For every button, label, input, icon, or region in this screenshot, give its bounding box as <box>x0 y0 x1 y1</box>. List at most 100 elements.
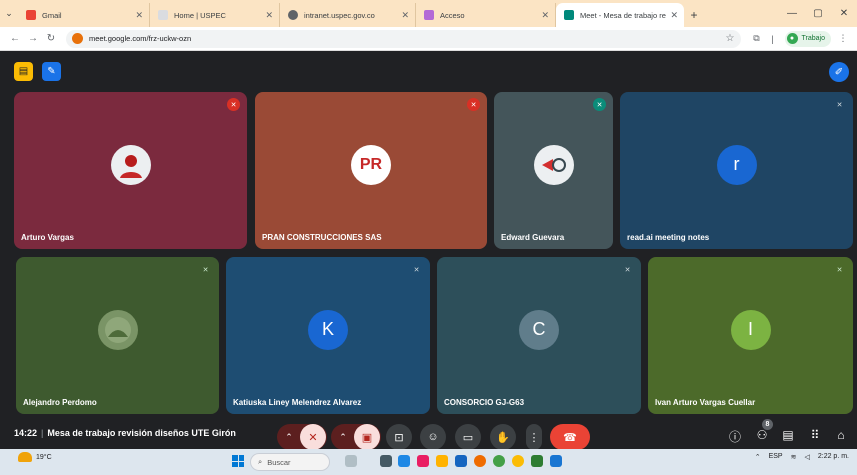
close-icon[interactable]: ✕ <box>541 10 549 21</box>
participant-name: PRAN CONSTRUCCIONES SAS <box>262 233 382 242</box>
mic-off-icon: ✕ <box>413 266 420 274</box>
tab-meet[interactable]: Meet - Mesa de trabajo revisió ✕ <box>556 3 684 27</box>
chevron-up-icon[interactable]: ⌃ <box>332 432 354 443</box>
participant-tile[interactable]: ✕ PR PRAN CONSTRUCCIONES SAS <box>255 92 487 249</box>
close-icon[interactable]: ✕ <box>401 10 409 21</box>
store-icon[interactable] <box>455 455 467 467</box>
participant-tile[interactable]: ✕ I Ivan Arturo Vargas Cuellar <box>648 257 853 414</box>
mic-off-icon: ✕ <box>467 98 480 111</box>
avatar: I <box>730 309 771 350</box>
participant-tile[interactable]: ✕ C CONSORCIO GJ-G63 <box>437 257 641 414</box>
meeting-details: 14:22 | Mesa de trabajo revisión diseños U… <box>14 428 236 438</box>
globe-icon <box>288 10 298 20</box>
task-view-icon[interactable] <box>380 455 392 467</box>
url-input[interactable]: meet.google.com/frz-uckw-ozn ☆ <box>66 29 741 48</box>
back-arrow-icon[interactable]: ← <box>6 33 24 44</box>
mic-control: ⌃ ✕ <box>277 424 327 450</box>
present-screen-button[interactable]: ⊡ <box>386 424 412 450</box>
taskbar-search[interactable]: ⌕ Buscar <box>250 453 330 471</box>
participant-name: Ivan Arturo Vargas Cuellar <box>655 398 756 407</box>
leave-call-button[interactable]: ☎ <box>550 424 590 450</box>
mic-off-icon: ✕ <box>227 98 240 111</box>
emoji-reaction-button[interactable]: ☺ <box>420 424 446 450</box>
chevron-up-icon[interactable]: ⌃ <box>278 432 300 443</box>
participant-name: Arturo Vargas <box>21 233 74 242</box>
chat-icon[interactable]: ▤ <box>779 428 797 442</box>
notes-icon[interactable]: ✎ <box>42 62 61 81</box>
tab-gmail[interactable]: Gmail ✕ <box>18 3 150 27</box>
firefox-icon[interactable] <box>474 455 486 467</box>
meeting-info-icon[interactable]: ⓘ <box>726 428 744 445</box>
profile-label: Trabajo <box>801 35 825 42</box>
mic-off-button[interactable]: ✕ <box>300 424 326 450</box>
temperature: 19°C <box>36 453 52 461</box>
toolbar-right: ⧉ | ● Trabajo ⋮ <box>749 30 851 47</box>
participant-name: Edward Guevara <box>501 233 565 242</box>
chevron-up-icon[interactable]: ⌃ <box>755 453 761 461</box>
clock[interactable]: 2:22 p. m. <box>818 452 849 461</box>
excel-icon[interactable] <box>531 455 543 467</box>
captions-button[interactable]: ▭ <box>455 424 481 450</box>
photos-icon[interactable] <box>417 455 429 467</box>
close-icon[interactable]: ✕ <box>265 10 273 21</box>
edge-icon[interactable] <box>550 455 562 467</box>
search-placeholder: Buscar <box>267 457 291 467</box>
people-icon[interactable]: ⚇ <box>753 428 771 442</box>
participant-tile[interactable]: ✕ Edward Guevara <box>494 92 613 249</box>
browser-tab-strip: ⌄ Gmail ✕ Home | USPEC ✕ intranet.uspec.… <box>0 0 857 27</box>
widgets-icon[interactable] <box>345 455 357 467</box>
language-indicator[interactable]: ESP <box>769 453 783 460</box>
bookmark-star-icon[interactable]: ☆ <box>726 33 735 44</box>
participant-tile[interactable]: ✕ Alejandro Perdomo <box>16 257 219 414</box>
tab-title: intranet.uspec.gov.co <box>304 10 375 20</box>
site-info-icon[interactable] <box>72 33 83 44</box>
tab-acceso[interactable]: Acceso ✕ <box>416 3 556 27</box>
mic-off-icon: ✕ <box>836 266 843 274</box>
extensions-icon[interactable]: ⧉ <box>749 33 765 44</box>
separator: | <box>41 428 44 438</box>
participant-name: CONSORCIO GJ-G63 <box>444 398 525 407</box>
participant-tile[interactable]: ✕ Arturo Vargas <box>14 92 247 249</box>
forward-arrow-icon[interactable]: → <box>24 33 42 44</box>
avatar <box>533 144 574 185</box>
raise-hand-button[interactable]: ✋ <box>490 424 516 450</box>
url-text: meet.google.com/frz-uckw-ozn <box>89 34 192 43</box>
close-icon[interactable]: ✕ <box>670 10 678 21</box>
file-explorer-icon[interactable] <box>436 455 448 467</box>
reload-icon[interactable]: ↻ <box>42 33 60 44</box>
wifi-icon[interactable]: ≋ <box>791 453 797 461</box>
close-icon[interactable]: ✕ <box>135 10 143 21</box>
host-controls-icon[interactable]: ⌂ <box>832 428 850 442</box>
chrome-profile-icon[interactable] <box>512 455 524 467</box>
gemini-icon[interactable]: ✐ <box>829 62 849 82</box>
more-options-button[interactable]: ⋮ <box>526 424 542 450</box>
participant-tile[interactable]: ✕ K Katiuska Liney Melendrez Alvarez <box>226 257 430 414</box>
outlook-icon[interactable] <box>398 455 410 467</box>
participant-name: read.ai meeting notes <box>627 233 710 242</box>
mic-off-icon: ✕ <box>836 101 843 109</box>
avatar <box>110 144 151 185</box>
minimize-button[interactable]: — <box>779 8 805 19</box>
tab-intranet[interactable]: intranet.uspec.gov.co ✕ <box>280 3 416 27</box>
maximize-button[interactable]: ▢ <box>805 8 831 19</box>
camera-control: ⌃ ▣ <box>331 424 381 450</box>
avatar: r <box>716 144 757 185</box>
chrome-icon[interactable] <box>493 455 505 467</box>
screen: ⌄ Gmail ✕ Home | USPEC ✕ intranet.uspec.… <box>0 0 857 475</box>
participant-name: Katiuska Liney Melendrez Alvarez <box>233 398 362 407</box>
profile-button[interactable]: ● Trabajo <box>784 30 831 47</box>
activities-icon[interactable]: ⠿ <box>806 428 824 442</box>
participant-tile[interactable]: ✕ r read.ai meeting notes <box>620 92 853 249</box>
mic-off-icon: ✕ <box>202 266 209 274</box>
meeting-time: 14:22 <box>14 428 38 438</box>
kebab-menu-icon[interactable]: ⋮ <box>835 33 851 44</box>
windows-start-icon[interactable] <box>232 455 244 467</box>
volume-icon[interactable]: ◁ <box>804 453 809 461</box>
tab-home-uspec[interactable]: Home | USPEC ✕ <box>150 3 280 27</box>
tab-search-chevron-icon[interactable]: ⌄ <box>0 0 18 27</box>
weather-widget[interactable]: 19°C <box>18 452 52 462</box>
camera-off-button[interactable]: ▣ <box>354 424 380 450</box>
new-tab-button[interactable]: + <box>684 3 704 27</box>
close-window-button[interactable]: ✕ <box>831 8 857 19</box>
meeting-tools-icon[interactable]: ▤ <box>14 62 33 81</box>
